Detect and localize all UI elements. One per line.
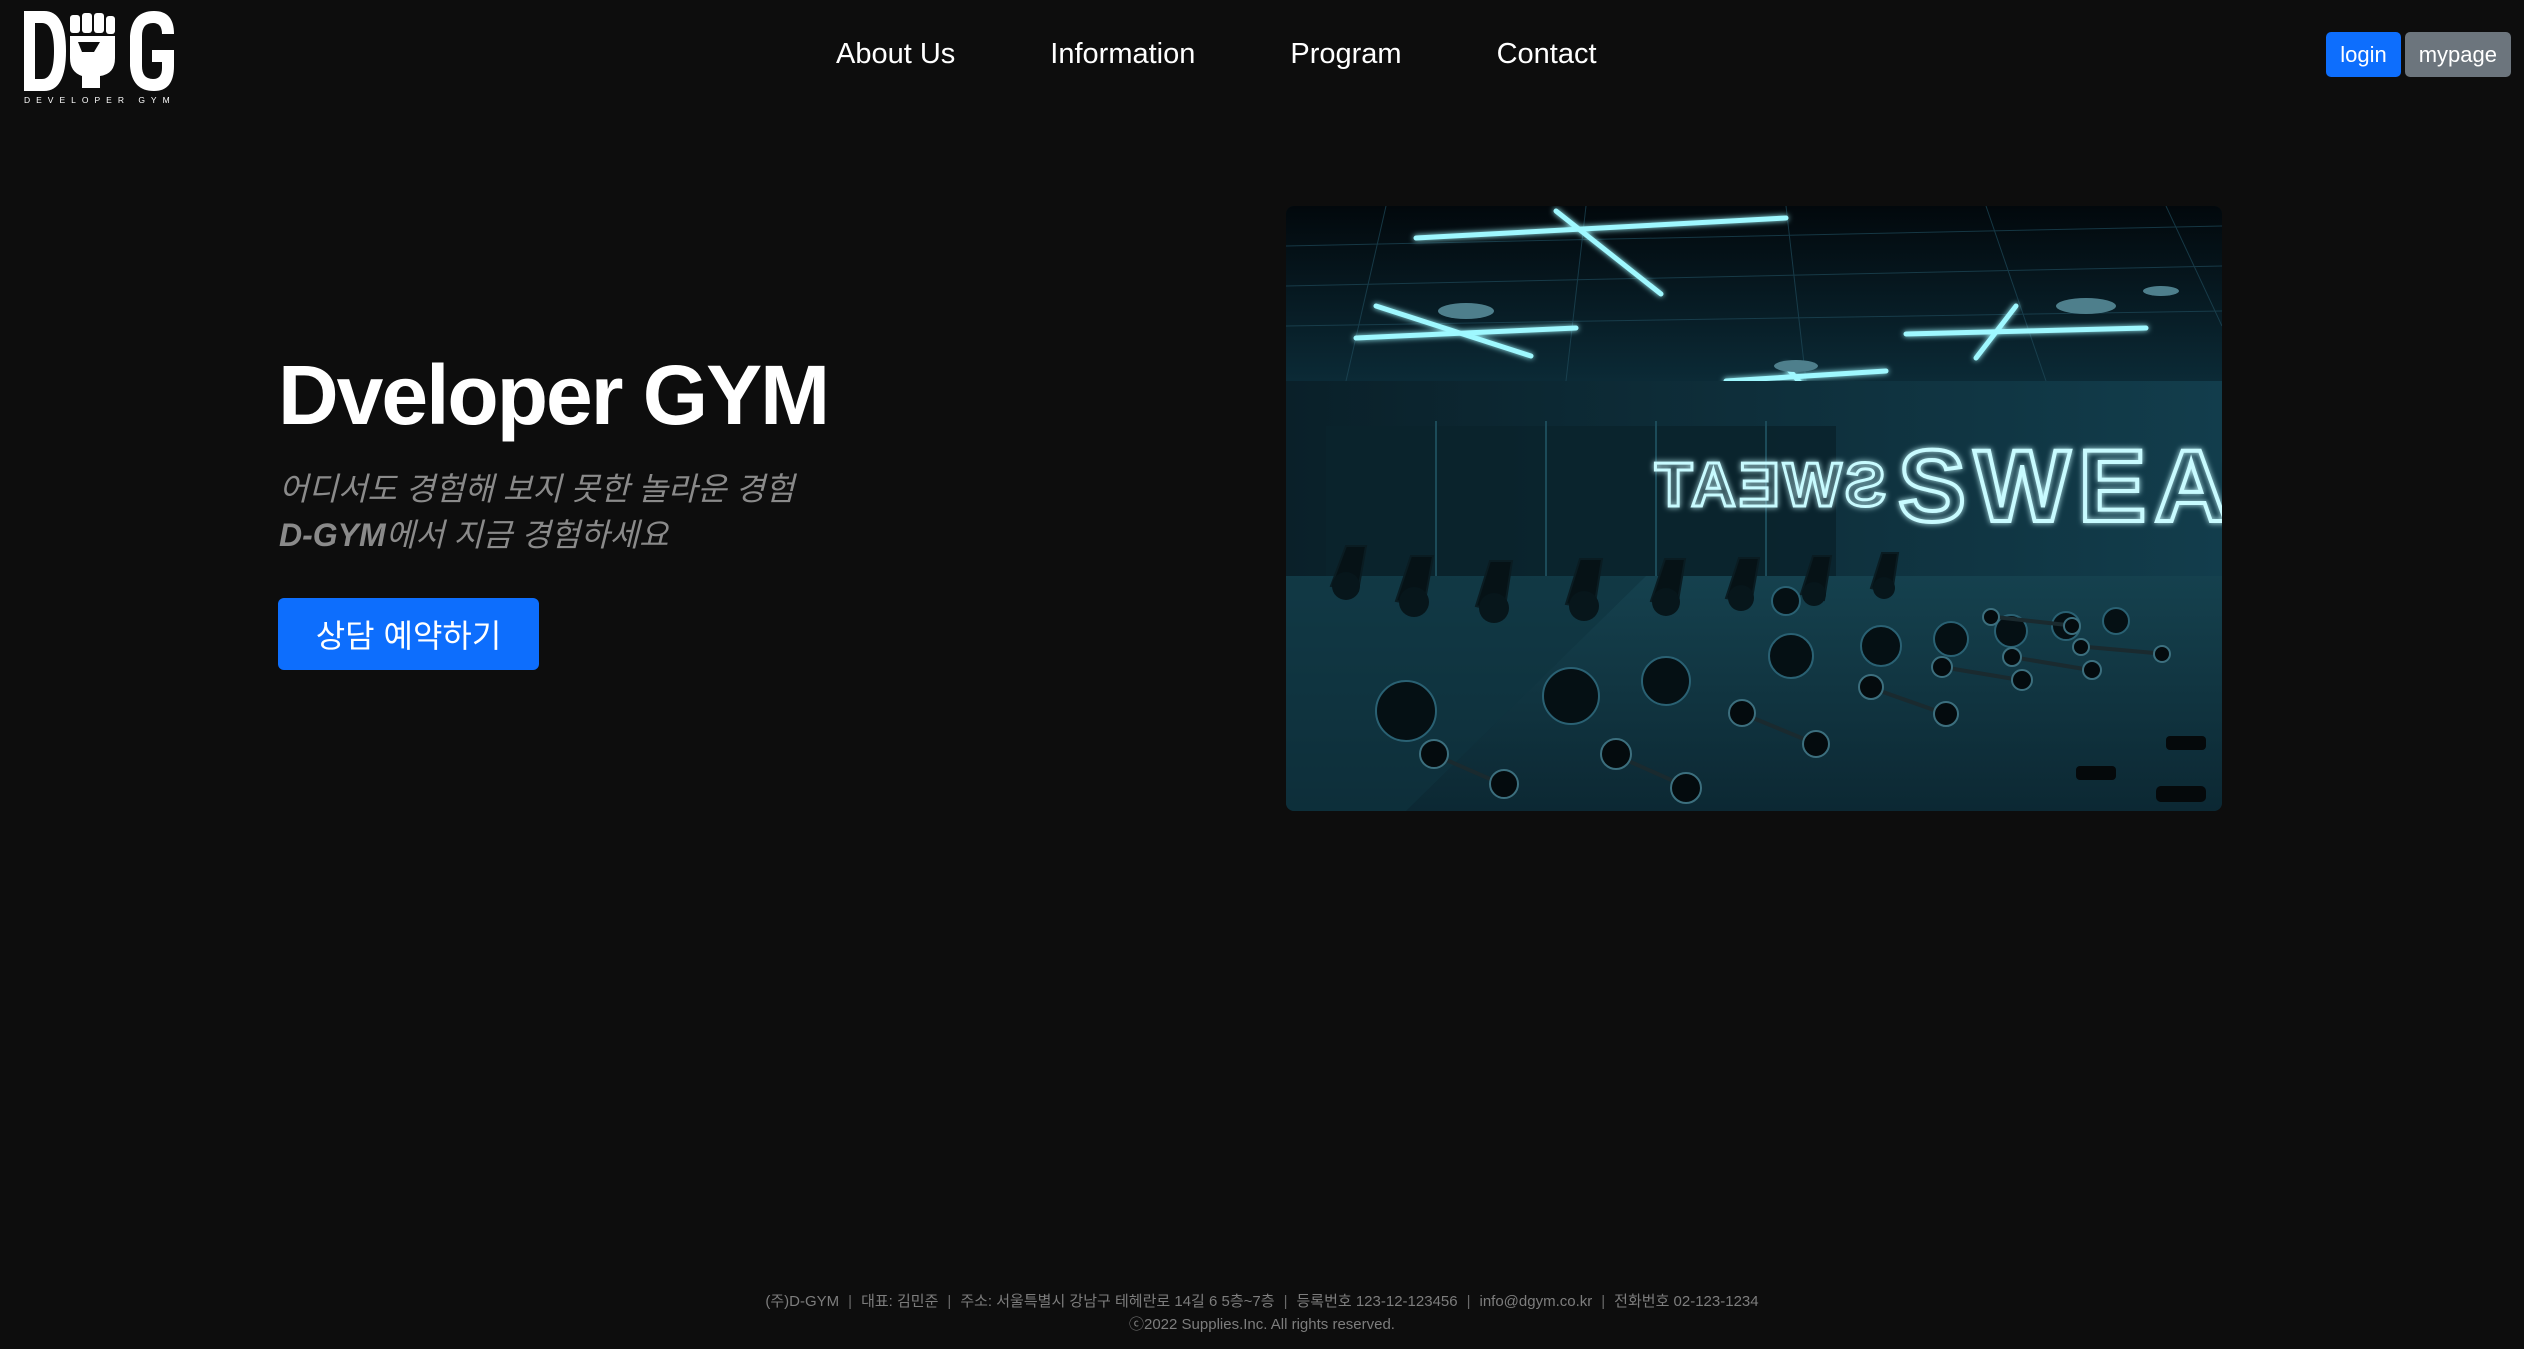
nav-program[interactable]: Program [1290,34,1401,74]
svg-text:DEVELOPER GYM: DEVELOPER GYM [24,95,176,104]
auth-buttons: login mypage [2326,32,2511,77]
mypage-button[interactable]: mypage [2404,32,2511,77]
nav-about-us[interactable]: About Us [836,34,955,74]
footer-ceo: 대표: 김민준 [861,1293,939,1310]
login-button[interactable]: login [2326,32,2401,77]
footer-divider: | [1601,1293,1606,1310]
svg-text:SWEAT: SWEAT [1652,451,1886,520]
svg-text:SWEAT: SWEAT [1898,429,2222,543]
site-header: DEVELOPER GYM About Us Information Progr… [0,0,2524,108]
footer-registration: 등록번호 123-12-123456 [1296,1293,1458,1310]
logo[interactable]: DEVELOPER GYM [22,8,177,104]
book-consultation-button[interactable]: 상담 예약하기 [278,598,539,670]
footer-divider: | [1283,1293,1288,1310]
footer-copyright: ⓒ2022 Supplies.Inc. All rights reserved. [1129,1316,1395,1333]
main-nav: About Us Information Program Contact [836,34,1597,74]
logo-mark: DEVELOPER GYM [24,11,176,104]
site-footer: (주)D-GYM | 대표: 김민준 | 주소: 서울특별시 강남구 테헤란로 14길 … [0,1290,2524,1336]
footer-company-info: (주)D-GYM | 대표: 김민준 | 주소: 서울특별시 강남구 테헤란로 14길 … [0,1290,2524,1313]
footer-company: (주)D-GYM [765,1293,840,1310]
page: DEVELOPER GYM About Us Information Progr… [0,0,2524,1349]
hero-subtitle-line1: 어디서도 경험해 보지 못한 놀라운 경험 [279,471,795,507]
hero-subtitle-line2: 에서 지금 경험하세요 [385,517,669,553]
nav-contact[interactable]: Contact [1497,34,1597,74]
footer-address: 주소: 서울특별시 강남구 테헤란로 14길 6 5층~7층 [960,1293,1275,1310]
hero-title: Dveloper GYM [278,348,830,442]
hero-subtitle: 어디서도 경험해 보지 못한 놀라운 경험 D-GYM에서 지금 경험하세요 [279,466,795,558]
footer-divider: | [947,1293,952,1310]
footer-divider: | [848,1293,853,1310]
fist-icon [70,13,115,88]
gym-photo-illustration: SWEAT SWEAT [1286,206,2222,811]
footer-divider: | [1466,1293,1471,1310]
nav-information[interactable]: Information [1050,34,1195,74]
hero-subtitle-brand: D-GYM [279,517,386,553]
footer-email-link[interactable]: info@dgym.co.kr [1480,1293,1593,1310]
footer-phone: 전화번호 02-123-1234 [1614,1293,1759,1310]
gym-photo: SWEAT SWEAT [1286,206,2222,811]
